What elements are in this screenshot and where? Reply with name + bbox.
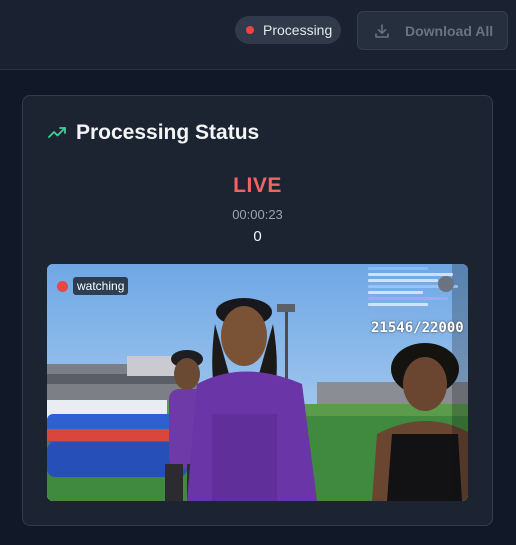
processing-status-card: Processing Status LIVE 00:00:23 0 21546/… bbox=[22, 95, 493, 526]
elapsed-time: 00:00:23 bbox=[232, 207, 283, 222]
streamer-avatar bbox=[438, 276, 454, 292]
download-all-label: Download All bbox=[405, 22, 494, 39]
download-all-button[interactable]: Download All bbox=[357, 11, 508, 50]
status-dot bbox=[246, 26, 254, 34]
status-label: Processing bbox=[263, 22, 333, 38]
card-title-text: Processing Status bbox=[76, 121, 260, 144]
processed-count: 0 bbox=[253, 228, 262, 245]
watching-badge: watching bbox=[57, 276, 129, 296]
top-bar: Processing Download All bbox=[0, 0, 516, 70]
watching-label: watching bbox=[73, 277, 129, 295]
download-icon bbox=[375, 23, 389, 38]
card-title: Processing Status bbox=[47, 121, 259, 145]
trending-up-icon bbox=[48, 127, 66, 138]
video-counter: 21546/22000 bbox=[371, 320, 464, 336]
video-preview[interactable]: 21546/22000 watching bbox=[47, 264, 468, 501]
recording-dot bbox=[57, 280, 68, 292]
live-indicator: LIVE bbox=[233, 174, 282, 197]
status-badge: Processing bbox=[235, 16, 341, 44]
